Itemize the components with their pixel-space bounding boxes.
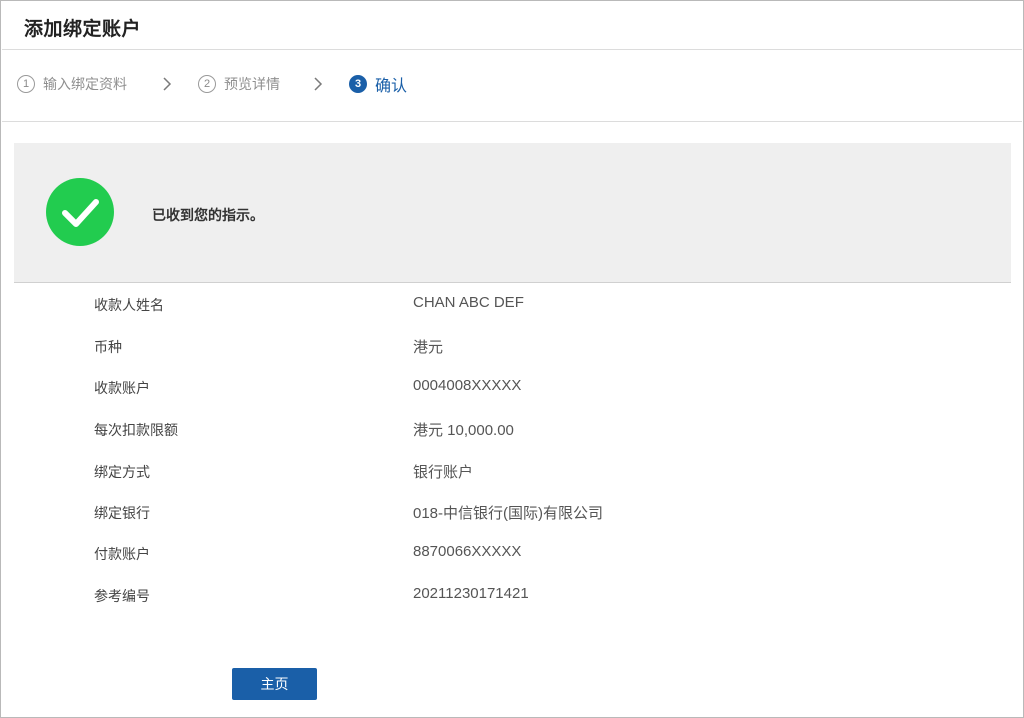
- detail-value: 0004008XXXXX: [413, 377, 522, 394]
- page-frame: 添加绑定账户 1 输入绑定资料 2 预览详情 3 确认 已收到您的指示。 收款人…: [0, 0, 1024, 718]
- detail-row-debit-limit: 每次扣款限额 港元 10,000.00: [1, 416, 1021, 440]
- detail-value: CHAN ABC DEF: [413, 294, 524, 311]
- step-2: 2 预览详情: [198, 73, 280, 95]
- detail-value: 银行账户: [413, 464, 474, 481]
- detail-row-binding-method: 绑定方式 银行账户: [1, 458, 1021, 482]
- page-header: 添加绑定账户: [2, 2, 1022, 50]
- detail-label: 参考编号: [94, 589, 150, 605]
- step-1-label: 输入绑定资料: [43, 77, 127, 93]
- chevron-right-icon: [163, 77, 172, 91]
- detail-value: 港元 10,000.00: [413, 422, 514, 439]
- detail-row-payee-name: 收款人姓名 CHAN ABC DEF: [1, 291, 1021, 315]
- step-2-number: 2: [198, 75, 216, 93]
- success-panel: 已收到您的指示。: [14, 143, 1011, 283]
- detail-row-binding-bank: 绑定银行 018-中信银行(国际)有限公司: [1, 499, 1021, 523]
- detail-value: 港元: [413, 339, 444, 356]
- detail-row-payer-account: 付款账户 8870066XXXXX: [1, 540, 1021, 564]
- detail-label: 收款人姓名: [94, 298, 164, 314]
- detail-row-payee-account: 收款账户 0004008XXXXX: [1, 374, 1021, 398]
- step-indicator: 1 输入绑定资料 2 预览详情 3 确认: [2, 50, 1022, 122]
- home-button[interactable]: 主页: [232, 668, 317, 700]
- detail-label: 币种: [94, 340, 122, 356]
- detail-label: 绑定方式: [94, 465, 150, 481]
- step-3: 3 确认: [349, 73, 407, 95]
- step-2-label: 预览详情: [224, 77, 280, 93]
- step-1: 1 输入绑定资料: [17, 73, 127, 95]
- detail-label: 每次扣款限额: [94, 423, 178, 439]
- detail-label: 收款账户: [94, 381, 150, 397]
- detail-label: 绑定银行: [94, 506, 150, 522]
- detail-value: 018-中信银行(国际)有限公司: [413, 505, 604, 522]
- detail-value: 20211230171421: [413, 585, 529, 602]
- step-3-number: 3: [349, 75, 367, 93]
- success-message: 已收到您的指示。: [152, 208, 264, 224]
- detail-label: 付款账户: [94, 547, 150, 563]
- detail-value: 8870066XXXXX: [413, 543, 522, 560]
- chevron-right-icon: [314, 77, 323, 91]
- step-1-number: 1: [17, 75, 35, 93]
- page-title: 添加绑定账户: [24, 18, 142, 40]
- check-circle-icon: [46, 178, 114, 246]
- detail-row-reference-number: 参考编号 20211230171421: [1, 582, 1021, 606]
- detail-row-currency: 币种 港元: [1, 333, 1021, 357]
- step-3-label: 确认: [375, 76, 408, 95]
